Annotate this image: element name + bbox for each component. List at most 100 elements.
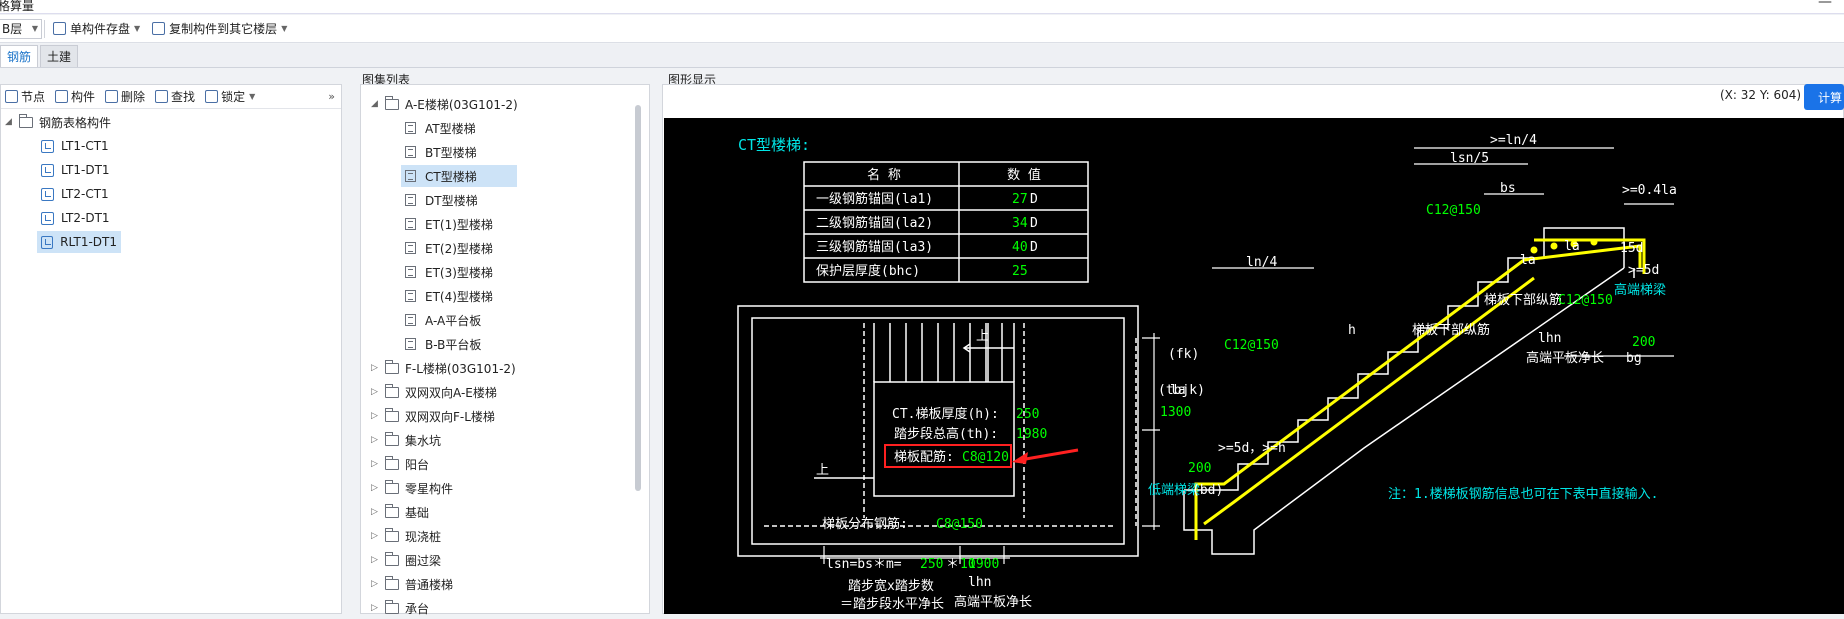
- delete-button[interactable]: 删除: [105, 88, 145, 105]
- folder-icon: [385, 603, 399, 614]
- caret-right-icon[interactable]: ▷: [371, 579, 381, 589]
- caret-right-icon[interactable]: ▷: [371, 603, 381, 613]
- atlas-group[interactable]: ▷F-L楼梯(03G101-2): [371, 357, 516, 379]
- minimize-button[interactable]: —: [1818, 0, 1832, 10]
- atlas-item-label: ET(3)型楼梯: [425, 264, 493, 281]
- table-cell: 一级钢筋锚固(la1): [816, 191, 933, 207]
- atlas-scrollbar[interactable]: [635, 105, 641, 491]
- up-marker: 上: [816, 463, 829, 478]
- save-label: 单构件存盘: [70, 20, 130, 37]
- find-button[interactable]: 查找: [155, 88, 195, 105]
- fk-label: (fk): [1168, 347, 1199, 362]
- component-icon: [41, 188, 54, 201]
- tree-item-selected[interactable]: RLT1-DT1: [37, 231, 121, 253]
- atlas-group[interactable]: ▷承台: [371, 597, 429, 619]
- atlas-group[interactable]: ▷ 阳台: [371, 453, 429, 475]
- lhn-value[interactable]: 1900: [968, 557, 999, 572]
- atlas-group-label: 阳台: [405, 456, 429, 473]
- table-cell-value[interactable]: 34: [1012, 216, 1028, 231]
- folder-icon: [385, 531, 399, 542]
- caret-down-icon[interactable]: ◢: [371, 99, 381, 109]
- atlas-group[interactable]: ▷集水坑: [371, 429, 441, 451]
- dim-label: (bd): [1192, 483, 1223, 498]
- table-cell-value[interactable]: 25: [1012, 264, 1028, 279]
- atlas-group-label: A-E楼梯(03G101-2): [405, 96, 518, 113]
- tree-item[interactable]: LT2-DT1: [37, 207, 114, 229]
- up-marker: 上: [976, 329, 989, 344]
- caret-down-icon[interactable]: ◢: [5, 117, 15, 127]
- atlas-group[interactable]: ▷基础: [371, 501, 429, 523]
- component-label: 构件: [71, 88, 95, 105]
- caret-right-icon[interactable]: ▷: [371, 483, 381, 493]
- atlas-group[interactable]: ▷双网双向F-L楼梯: [371, 405, 495, 427]
- table-cell-value[interactable]: 40: [1012, 240, 1028, 255]
- node-button[interactable]: 节点: [5, 88, 45, 105]
- component-icon: [55, 90, 68, 103]
- atlas-item[interactable]: ET(3)型楼梯: [405, 261, 493, 283]
- tbjk-value[interactable]: 1300: [1160, 405, 1191, 420]
- caret-right-icon[interactable]: ▷: [371, 507, 381, 517]
- document-icon: [405, 170, 416, 182]
- collapse-panel-button[interactable]: »: [328, 90, 335, 103]
- caret-right-icon[interactable]: ▷: [371, 459, 381, 469]
- atlas-group-label: 双网双向A-E楼梯: [405, 384, 497, 401]
- atlas-item-selected[interactable]: CT型楼梯: [401, 165, 517, 187]
- atlas-item[interactable]: AT型楼梯: [405, 117, 476, 139]
- bs-value[interactable]: 250: [920, 557, 943, 572]
- tree-item[interactable]: LT1-DT1: [37, 159, 114, 181]
- caret-right-icon[interactable]: ▷: [371, 387, 381, 397]
- node-label: 节点: [21, 88, 45, 105]
- atlas-item-label: ET(2)型楼梯: [425, 240, 493, 257]
- node-icon: [5, 90, 18, 103]
- atlas-item[interactable]: ET(1)型楼梯: [405, 213, 493, 235]
- caret-right-icon[interactable]: ▷: [371, 363, 381, 373]
- height-value[interactable]: 1980: [1016, 427, 1047, 442]
- tree-root[interactable]: ◢ 钢筋表格构件: [5, 111, 111, 133]
- tree-item-label: LT1-CT1: [61, 139, 109, 153]
- atlas-group[interactable]: ▷圈过梁: [371, 549, 441, 571]
- atlas-group[interactable]: ◢ A-E楼梯(03G101-2): [371, 93, 518, 115]
- calculate-button[interactable]: 计算: [1804, 84, 1844, 110]
- dim-value[interactable]: 200: [1188, 461, 1211, 476]
- save-component-button[interactable]: 单构件存盘 ▼: [47, 18, 146, 40]
- window-title: 格算量: [0, 0, 34, 14]
- atlas-item[interactable]: DT型楼梯: [405, 189, 478, 211]
- atlas-item[interactable]: B-B平台板: [405, 333, 481, 355]
- chevron-down-icon[interactable]: ▼: [281, 24, 287, 33]
- rebar-spec[interactable]: C12@150: [1426, 203, 1481, 218]
- caret-right-icon[interactable]: ▷: [371, 555, 381, 565]
- tab-rebar[interactable]: 钢筋: [0, 45, 38, 67]
- atlas-group[interactable]: ▷普通楼梯: [371, 573, 453, 595]
- atlas-group[interactable]: ▷零星构件: [371, 477, 453, 499]
- calculate-label: 计算: [1818, 89, 1842, 106]
- atlas-group[interactable]: ▷现浇桩: [371, 525, 441, 547]
- coordinate-readout: (X: 32 Y: 604): [1720, 88, 1801, 102]
- rebar-spec[interactable]: C12@150: [1558, 293, 1613, 308]
- caret-right-icon[interactable]: ▷: [371, 435, 381, 445]
- caret-right-icon[interactable]: ▷: [371, 411, 381, 421]
- atlas-item[interactable]: A-A平台板: [405, 309, 481, 331]
- table-cell-value[interactable]: 27: [1012, 192, 1028, 207]
- lock-button[interactable]: 锁定▼: [205, 88, 255, 105]
- atlas-item[interactable]: BT型楼梯: [405, 141, 477, 163]
- tree-item[interactable]: LT1-CT1: [37, 135, 113, 157]
- floor-select[interactable]: B层 ▼: [0, 19, 42, 39]
- component-icon: [41, 212, 54, 225]
- tab-civil[interactable]: 土建: [40, 45, 78, 67]
- atlas-item[interactable]: ET(4)型楼梯: [405, 285, 493, 307]
- atlas-item[interactable]: ET(2)型楼梯: [405, 237, 493, 259]
- chevron-down-icon[interactable]: ▼: [134, 24, 140, 33]
- thickness-value[interactable]: 250: [1016, 407, 1039, 422]
- tree-item[interactable]: LT2-CT1: [37, 183, 113, 205]
- copy-to-floor-button[interactable]: 复制构件到其它楼层 ▼: [146, 18, 293, 40]
- component-button[interactable]: 构件: [55, 88, 95, 105]
- table-header: 名 称: [867, 167, 901, 183]
- rebar-spec[interactable]: C12@150: [1224, 338, 1279, 353]
- atlas-group[interactable]: ▷ 双网双向A-E楼梯: [371, 381, 497, 403]
- drawing-canvas[interactable]: CT型楼梯: 名 称 数 值 一级钢筋锚固(la1) 27 D 二级钢筋锚固(l…: [664, 118, 1844, 614]
- search-icon: [155, 90, 168, 103]
- rebar-value[interactable]: C8@120: [962, 450, 1009, 465]
- distribution-value[interactable]: C8@150: [936, 517, 983, 532]
- caret-right-icon[interactable]: ▷: [371, 531, 381, 541]
- dim-value[interactable]: 200: [1632, 335, 1655, 350]
